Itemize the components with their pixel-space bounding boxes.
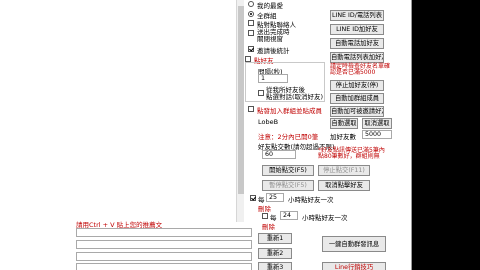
add-count-label: 加好友數 — [330, 133, 356, 141]
auto-select-button[interactable]: 自動選取 — [330, 118, 358, 129]
lobe-title: LobeB — [258, 118, 279, 126]
tally-label: 邀請後統計 — [257, 47, 290, 55]
main-window: 請用Ctrl + V 貼上您的推薦文 我的最愛 全群組 點對點聯絡人 送出完成時… — [0, 0, 412, 270]
checkbox-every-hours-2[interactable] — [262, 213, 268, 219]
auto-phone-add-button[interactable]: 自動電話加好友 — [330, 38, 384, 49]
every-unit-1: 小時點好友一次 — [288, 196, 334, 204]
radio-favorites-label: 我的最愛 — [257, 2, 283, 10]
checkbox-stop-friend[interactable] — [258, 90, 264, 96]
stop-friend-label: 從我所好友後 點選對話(取消好友) — [266, 86, 324, 101]
line-marketing-tips-button[interactable]: Line行銷技巧 — [322, 262, 386, 270]
auto-group-members-button[interactable]: 自動加群組成員 — [330, 93, 384, 104]
checkbox-close-window[interactable] — [248, 30, 254, 36]
every-hours-input-2[interactable]: 24 — [280, 211, 298, 220]
scrollbar-thumb[interactable] — [238, 6, 244, 194]
cancel-select-button[interactable]: 取消選取 — [362, 118, 392, 129]
auto-add-invitable-button[interactable]: 自動加可被邀請好友 — [330, 106, 384, 117]
desktop-background — [412, 0, 480, 270]
auto-phone-list-add-button[interactable]: 自動電話列表加好友 — [330, 52, 384, 63]
line-id-phone-list-button[interactable]: LINE ID/電話列表 — [330, 10, 384, 21]
friend-limit-note: 請定時檢查好友名單確 認是否已滿5000 — [330, 63, 391, 76]
one-click-group-send-button[interactable]: 一鍵自動群發訊息 — [322, 236, 386, 252]
editor-scrollbar[interactable] — [236, 0, 244, 222]
checkbox-every-hours-1[interactable] — [250, 195, 256, 201]
pause-send-button[interactable]: 暫停點交(F5) — [262, 180, 314, 191]
checkbox-tally[interactable] — [248, 46, 254, 52]
add-count-input[interactable]: 5000 — [362, 130, 392, 139]
opened-note: 注意：2分內已開0筆 — [258, 133, 319, 141]
radio-favorites[interactable] — [248, 1, 254, 7]
cancel-friend-button[interactable]: 取消點擊好友 — [318, 180, 370, 191]
radio-all-groups[interactable] — [248, 11, 254, 17]
input-row-1[interactable] — [76, 228, 252, 237]
input-row-3[interactable] — [76, 252, 252, 261]
stop-send-button[interactable]: 停止點交(F11) — [318, 165, 370, 176]
every-hours-input-1[interactable]: 25 — [266, 193, 284, 202]
interval-input[interactable]: 1 — [258, 74, 288, 83]
line-id-add-friend-button[interactable]: LINE ID加好友 — [330, 24, 384, 35]
add-people-input[interactable]: 60 — [262, 150, 296, 159]
start-send-button[interactable]: 開始點交(F5) — [262, 165, 314, 176]
input-row-4[interactable] — [76, 263, 252, 270]
close-window-label: 送出完成時 關閉視窗 — [257, 28, 290, 43]
stop-add-friend-button[interactable]: 停止加好友(停) — [330, 80, 384, 91]
input-row-2[interactable] — [76, 240, 252, 249]
checkbox-single-contact[interactable] — [248, 20, 254, 26]
join-groups-label: 點發加入群組並貼成員 — [257, 107, 322, 115]
every-unit-2: 小時點好友一次 — [302, 214, 348, 222]
checkbox-join-groups[interactable] — [248, 106, 254, 112]
reset-1-button[interactable]: 重新1 — [258, 233, 292, 244]
delete-action-2[interactable]: 刪除 — [262, 221, 275, 231]
limit-red-note: *好友點訊傳送已滿5筆內 點80筆數好，群組則無 — [318, 147, 385, 160]
reset-2-button[interactable]: 重新2 — [258, 248, 292, 259]
reset-3-button[interactable]: 重新3 — [258, 262, 292, 270]
